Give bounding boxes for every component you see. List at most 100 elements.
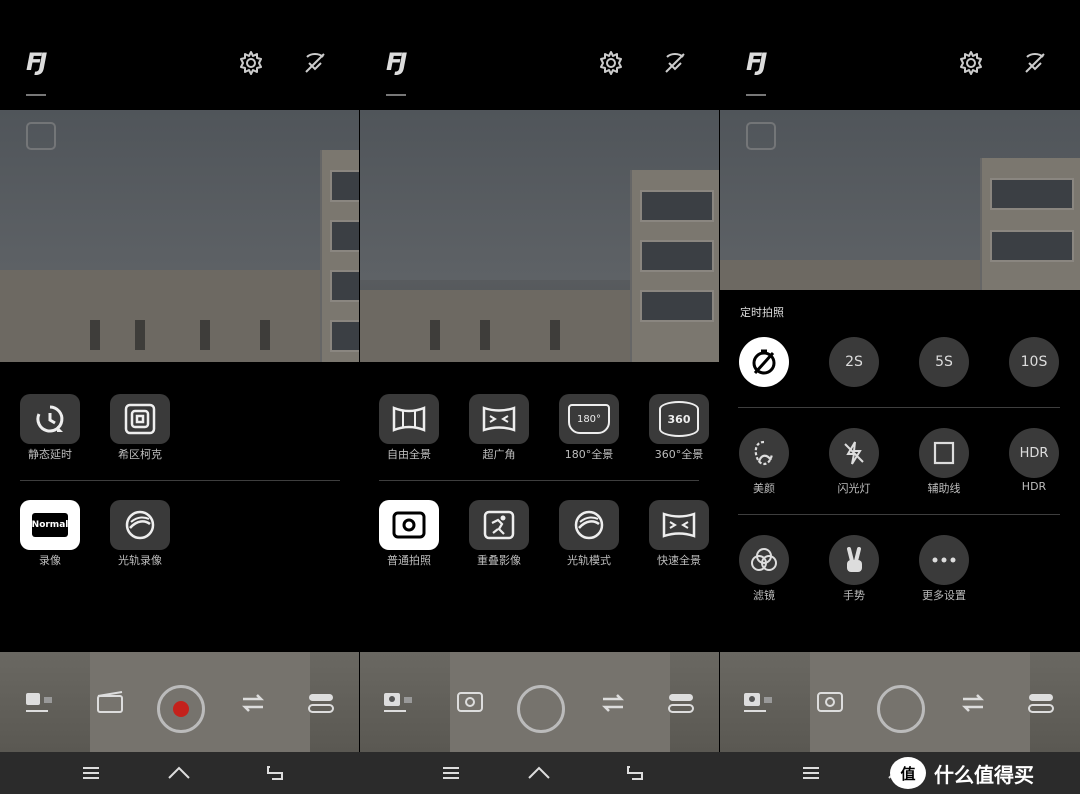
overlap-image-button[interactable] (469, 500, 529, 550)
shutter-button[interactable] (877, 685, 925, 733)
bottom-controls (360, 652, 719, 752)
hitchcock-icon (124, 403, 156, 435)
quick-panorama-label: 快速全景 (657, 554, 701, 567)
light-trail-icon (574, 510, 604, 540)
settings-toggle-icon[interactable] (666, 690, 696, 716)
shutter-button[interactable] (517, 685, 565, 733)
gallery-thumbnail-icon[interactable] (746, 122, 776, 150)
settings-toggle-icon[interactable] (1026, 690, 1056, 716)
free-panorama-icon (392, 406, 426, 432)
switch-camera-icon[interactable] (598, 690, 628, 716)
video-mode-switch-icon[interactable] (24, 688, 60, 716)
normal-photo-icon (392, 511, 426, 539)
flash-label: 闪光灯 (837, 482, 871, 495)
more-settings-button[interactable] (919, 535, 969, 585)
timer-off-button[interactable] (739, 337, 789, 387)
ultra-wide-button[interactable] (469, 394, 529, 444)
record-button[interactable] (157, 685, 205, 733)
quick-panorama-button[interactable] (649, 500, 709, 550)
watermark-badge: 值 (890, 757, 926, 789)
more-dots-icon (932, 557, 956, 563)
home-icon[interactable] (526, 760, 552, 786)
screen-video-modes: FJ 静态延时 希区柯克 Normal 录像 光轨录像 (0, 0, 359, 752)
panorama-360-button[interactable]: 360 (649, 394, 709, 444)
timelapse-label: 静态延时 (28, 448, 72, 461)
timelapse-icon (36, 405, 64, 433)
site-watermark: 值 什么值得买 (890, 752, 1080, 794)
filter-label: 滤镜 (753, 589, 775, 602)
gridlines-button[interactable] (919, 428, 969, 478)
light-trail-video-icon (125, 510, 155, 540)
home-icon[interactable] (166, 760, 192, 786)
camera-mode-icon[interactable] (814, 688, 846, 716)
settings-gear-icon[interactable] (234, 46, 268, 80)
gimbal-mode-icon[interactable] (298, 46, 332, 80)
brand-logo: FJ (386, 48, 407, 76)
gimbal-mode-icon[interactable] (1018, 46, 1052, 80)
menu-icon[interactable] (798, 760, 824, 786)
panorama-360-icon: 360 (659, 401, 699, 437)
logo-underline (386, 94, 406, 96)
record-dot (173, 701, 189, 717)
flash-button[interactable] (829, 428, 879, 478)
clapper-mode-icon[interactable] (94, 688, 126, 716)
normal-photo-label: 普通拍照 (387, 554, 431, 567)
beauty-face-icon (754, 440, 774, 466)
beauty-button[interactable] (739, 428, 789, 478)
panorama-180-button[interactable]: 180° (559, 394, 619, 444)
normal-video-icon: Normal (32, 513, 68, 537)
filter-button[interactable] (739, 535, 789, 585)
photo-mode-switch-icon[interactable] (742, 688, 778, 716)
camera-mode-icon[interactable] (454, 688, 486, 716)
back-icon[interactable] (262, 760, 288, 786)
switch-camera-icon[interactable] (958, 690, 988, 716)
gallery-thumbnail-icon[interactable] (26, 122, 56, 150)
camera-viewfinder[interactable] (0, 110, 359, 362)
flash-off-icon (844, 441, 864, 465)
normal-video-mode-button[interactable]: Normal (20, 500, 80, 550)
free-panorama-label: 自由全景 (387, 448, 431, 461)
photo-mode-switch-icon[interactable] (382, 688, 418, 716)
settings-gear-icon[interactable] (594, 46, 628, 80)
normal-photo-button[interactable] (379, 500, 439, 550)
panorama-360-label: 360°全景 (654, 448, 704, 461)
hitchcock-mode-button[interactable] (110, 394, 170, 444)
timelapse-mode-button[interactable] (20, 394, 80, 444)
light-trail-mode-button[interactable] (559, 500, 619, 550)
panorama-180-label: 180°全景 (564, 448, 614, 461)
light-trail-video-button[interactable] (110, 500, 170, 550)
scene-buildings (0, 270, 359, 362)
top-bar: FJ (360, 0, 719, 110)
ultra-wide-icon (482, 406, 516, 432)
menu-icon[interactable] (78, 760, 104, 786)
mode-selector-sheet: 静态延时 希区柯克 Normal 录像 光轨录像 (0, 362, 359, 652)
brand-logo: FJ (26, 48, 47, 76)
back-icon[interactable] (622, 760, 648, 786)
timer-2s-button[interactable]: 2S (829, 337, 879, 387)
screen-settings: FJ 定时拍照 2S 5S 10S 美颜 闪光灯 辅助线 HDR HDR 滤镜 … (720, 0, 1080, 752)
timer-off-icon (752, 349, 776, 375)
brand-logo: FJ (746, 48, 767, 76)
free-panorama-button[interactable] (379, 394, 439, 444)
gesture-label: 手势 (843, 589, 865, 602)
camera-viewfinder[interactable] (720, 110, 1080, 290)
camera-viewfinder[interactable] (360, 110, 719, 362)
menu-icon[interactable] (438, 760, 464, 786)
gesture-button[interactable] (829, 535, 879, 585)
quick-panorama-icon (662, 512, 696, 538)
filter-icon (751, 548, 777, 571)
settings-toggle-icon[interactable] (306, 690, 336, 716)
gimbal-mode-icon[interactable] (658, 46, 692, 80)
switch-camera-icon[interactable] (238, 690, 268, 716)
light-trail-mode-label: 光轨模式 (567, 554, 611, 567)
beauty-label: 美颜 (753, 482, 775, 495)
gridlines-icon (933, 441, 955, 465)
settings-gear-icon[interactable] (954, 46, 988, 80)
timer-10s-button[interactable]: 10S (1009, 337, 1059, 387)
hdr-button[interactable]: HDR (1009, 428, 1059, 478)
watermark-text: 什么值得买 (934, 762, 1034, 787)
ultra-wide-label: 超广角 (482, 448, 516, 461)
hdr-label: HDR (1021, 480, 1047, 493)
screen-photo-modes: FJ 自由全景 超广角 180° 180°全景 360 360°全景 普通拍照 … (360, 0, 719, 752)
timer-5s-button[interactable]: 5S (919, 337, 969, 387)
